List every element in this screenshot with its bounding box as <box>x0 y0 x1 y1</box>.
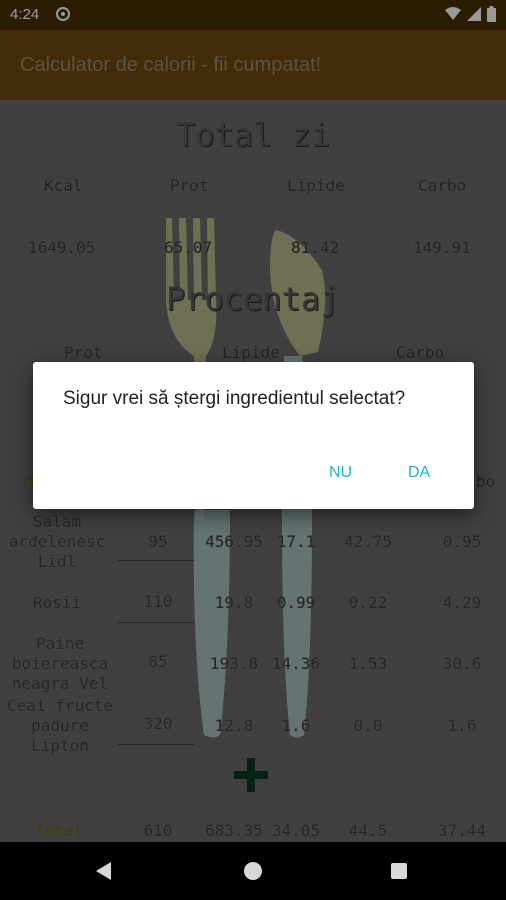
navigation-bar <box>0 842 506 900</box>
recents-icon[interactable] <box>391 863 407 879</box>
delete-confirm-dialog: Sigur vrei să ștergi ingredientul select… <box>33 362 474 509</box>
home-icon[interactable] <box>244 862 262 880</box>
no-button[interactable]: NU <box>329 464 352 482</box>
dialog-message: Sigur vrei să ștergi ingredientul select… <box>63 388 406 409</box>
yes-button[interactable]: DA <box>408 464 430 482</box>
back-icon[interactable] <box>96 862 111 880</box>
